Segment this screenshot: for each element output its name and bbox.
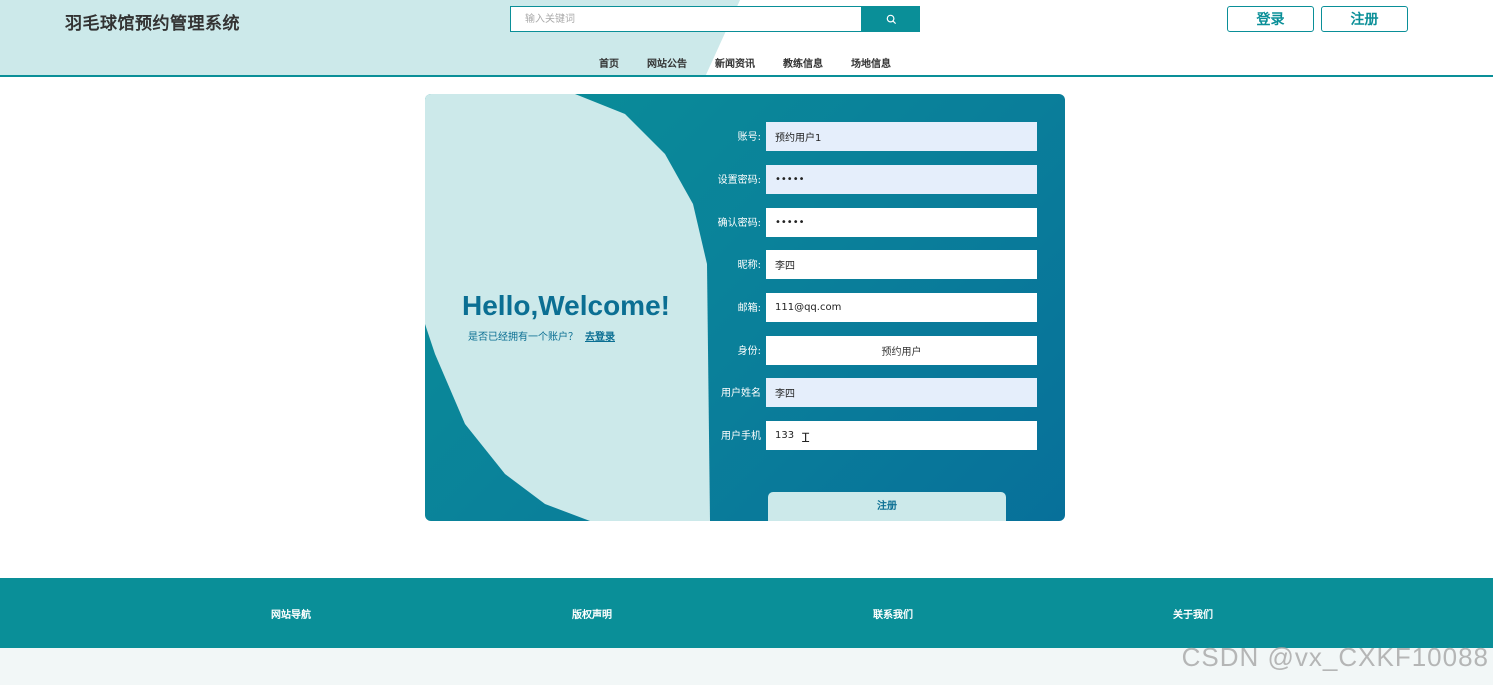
footer-site-nav[interactable]: 网站导航 xyxy=(271,606,311,621)
nav-announcements[interactable]: 网站公告 xyxy=(647,55,687,70)
register-button[interactable]: 注册 xyxy=(1321,6,1408,32)
search-icon xyxy=(886,14,896,24)
go-login-link[interactable]: 去登录 xyxy=(585,328,615,343)
submit-register-button[interactable]: 注册 xyxy=(768,492,1006,521)
register-card: Hello,Welcome! 是否已经拥有一个账户？ 去登录 账号: 设置密码:… xyxy=(425,94,1065,521)
email-row: 邮箱: xyxy=(705,293,1040,323)
footer-contact[interactable]: 联系我们 xyxy=(873,606,913,621)
password-row: 设置密码: xyxy=(705,165,1040,195)
account-input[interactable] xyxy=(766,122,1037,151)
account-label: 账号: xyxy=(737,132,761,143)
confirm-password-row: 确认密码: xyxy=(705,208,1040,238)
nav-news[interactable]: 新闻资讯 xyxy=(715,55,755,70)
role-select[interactable]: 预约用户 xyxy=(766,336,1037,365)
search-input[interactable] xyxy=(510,6,862,32)
nickname-row: 昵称: xyxy=(705,250,1040,280)
phone-row: 用户手机 Ɪ xyxy=(705,421,1040,451)
realname-row: 用户姓名 xyxy=(705,378,1040,408)
site-title: 羽毛球馆预约管理系统 xyxy=(65,14,240,34)
welcome-title: Hello,Welcome! xyxy=(462,290,670,321)
email-label: 邮箱: xyxy=(737,303,761,314)
phone-label: 用户手机 xyxy=(721,431,761,442)
realname-label: 用户姓名 xyxy=(721,388,761,399)
role-row: 身份: 预约用户 xyxy=(705,336,1040,366)
nav-coaches[interactable]: 教练信息 xyxy=(783,55,823,70)
password-label: 设置密码: xyxy=(717,175,761,186)
footer-about[interactable]: 关于我们 xyxy=(1173,606,1213,621)
email-input[interactable] xyxy=(766,293,1037,322)
account-row: 账号: xyxy=(705,122,1040,152)
nav-home[interactable]: 首页 xyxy=(599,55,619,70)
footer-copyright[interactable]: 版权声明 xyxy=(572,606,612,621)
text-cursor-icon: Ɪ xyxy=(802,431,810,446)
account-prompt: 是否已经拥有一个账户？ xyxy=(468,332,578,343)
realname-input[interactable] xyxy=(766,378,1037,407)
role-label: 身份: xyxy=(737,346,761,357)
nav-courts[interactable]: 场地信息 xyxy=(851,55,891,70)
password-input[interactable] xyxy=(766,165,1037,194)
login-button[interactable]: 登录 xyxy=(1227,6,1314,32)
main-nav: 首页 网站公告 新闻资讯 教练信息 场地信息 xyxy=(585,55,905,70)
confirm-password-label: 确认密码: xyxy=(717,218,761,229)
search-button[interactable] xyxy=(862,6,920,32)
confirm-password-input[interactable] xyxy=(766,208,1037,237)
nickname-input[interactable] xyxy=(766,250,1037,279)
header: 羽毛球馆预约管理系统 登录 注册 首页 网站公告 新闻资讯 教练信息 场地信息 xyxy=(0,0,1493,77)
footer: 网站导航 版权声明 联系我们 关于我们 xyxy=(0,578,1493,648)
watermark: CSDN @vx_CXKF10088 xyxy=(1181,642,1489,672)
nickname-label: 昵称: xyxy=(737,260,761,271)
